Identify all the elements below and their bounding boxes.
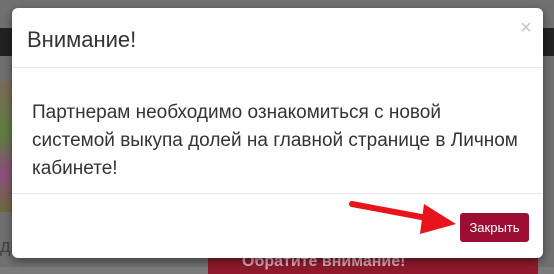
- modal-title: Внимание!: [27, 27, 137, 52]
- background-image: [0, 82, 12, 212]
- modal-footer: Закрыть: [12, 194, 543, 258]
- modal-header: Внимание! ×: [12, 8, 543, 68]
- modal-message: Партнерам необходимо ознакомиться с ново…: [32, 102, 518, 179]
- background-text-fragment: ди: [0, 236, 12, 256]
- close-button[interactable]: Закрыть: [460, 213, 529, 242]
- modal-dialog: Внимание! × Партнерам необходимо ознаком…: [12, 8, 543, 258]
- modal-body: Партнерам необходимо ознакомиться с ново…: [12, 68, 543, 194]
- close-icon[interactable]: ×: [517, 18, 535, 38]
